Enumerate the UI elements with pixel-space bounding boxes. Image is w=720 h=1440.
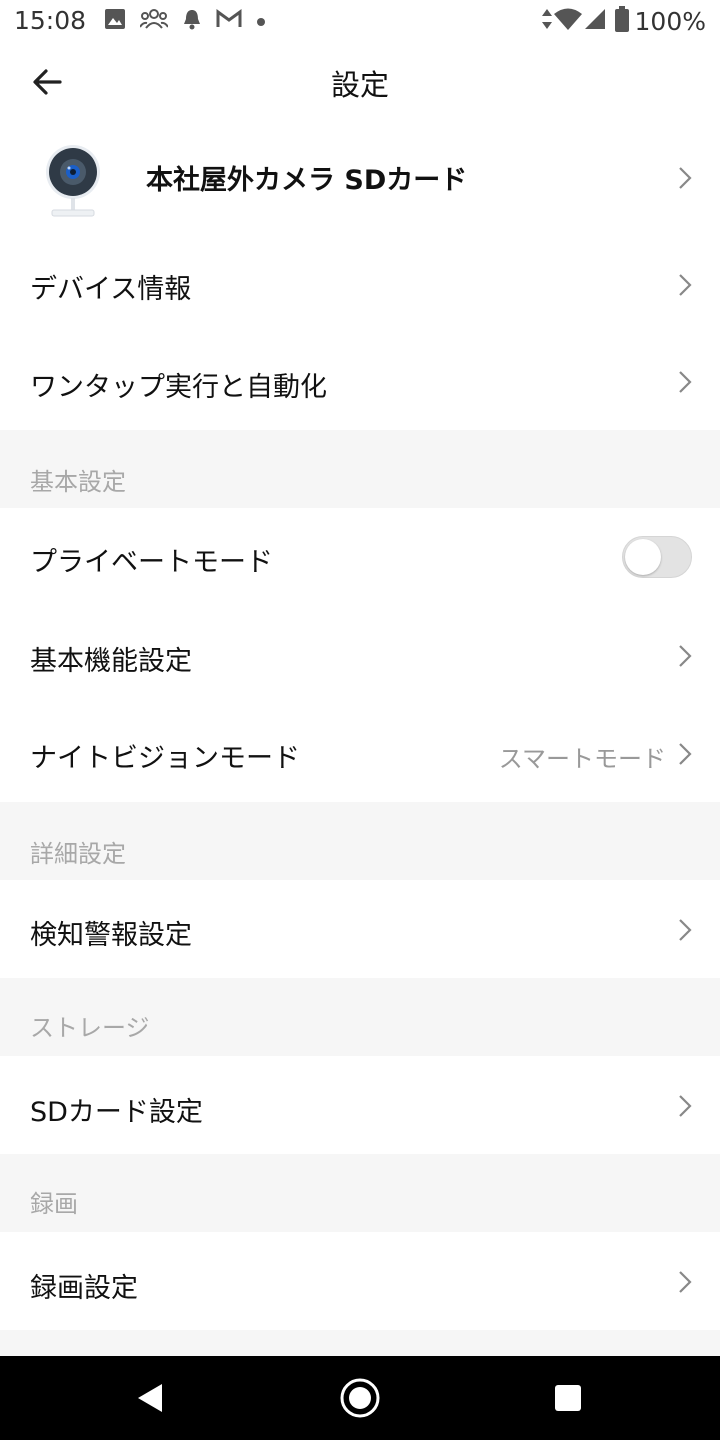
chevron-right-icon xyxy=(679,919,692,941)
device-header-row[interactable]: 本社屋外カメラ SDカード xyxy=(0,124,720,232)
chevron-right-icon xyxy=(679,167,692,189)
row-label: ワンタップ実行と自動化 xyxy=(30,372,327,403)
row-label: 録画設定 xyxy=(30,1273,138,1304)
system-icons: 100% xyxy=(541,6,706,36)
wifi-icon xyxy=(553,7,583,35)
camera-icon xyxy=(46,145,100,217)
chevron-right-icon xyxy=(679,371,692,393)
gmail-icon xyxy=(216,9,242,33)
group-icon xyxy=(139,8,169,34)
recording-settings-row[interactable]: 録画設定 xyxy=(0,1232,720,1330)
night-vision-value: スマートモード xyxy=(498,745,666,773)
nav-back-button[interactable] xyxy=(128,1376,172,1420)
section-header-storage: ストレージ xyxy=(0,978,720,1056)
chevron-right-icon xyxy=(679,645,692,667)
bottom-gray-spacer xyxy=(0,1330,720,1356)
chevron-right-icon xyxy=(679,1271,692,1293)
sd-card-settings-row[interactable]: SDカード設定 xyxy=(0,1056,720,1154)
section-label: 詳細設定 xyxy=(30,840,126,868)
row-label: ナイトビジョンモード xyxy=(30,743,300,774)
chevron-right-icon xyxy=(679,1095,692,1117)
notification-icons xyxy=(104,8,280,34)
app-bar: 設定 xyxy=(0,44,720,120)
nav-home-button[interactable] xyxy=(338,1376,382,1420)
section-label: 録画 xyxy=(30,1190,78,1218)
row-label: 基本機能設定 xyxy=(30,646,192,677)
page-title: 設定 xyxy=(330,68,389,102)
battery-icon xyxy=(614,6,629,36)
image-icon xyxy=(104,8,126,34)
recents-square-icon xyxy=(555,1385,581,1411)
bell-icon xyxy=(182,8,202,34)
dot-icon xyxy=(256,12,266,31)
battery-percent: 100% xyxy=(634,6,706,36)
device-info-row[interactable]: デバイス情報 xyxy=(0,236,720,334)
row-label: デバイス情報 xyxy=(30,274,192,305)
night-vision-mode-row[interactable]: ナイトビジョンモード スマートモード xyxy=(0,704,720,802)
nav-recents-button[interactable] xyxy=(546,1376,590,1420)
automation-row[interactable]: ワンタップ実行と自動化 xyxy=(0,334,720,430)
private-mode-row: プライベートモード xyxy=(0,508,720,606)
chevron-right-icon xyxy=(679,743,692,765)
device-name: 本社屋外カメラ SDカード xyxy=(146,165,468,196)
private-mode-toggle[interactable] xyxy=(622,536,692,578)
data-arrows-icon xyxy=(541,7,553,35)
section-label: 基本設定 xyxy=(30,468,126,496)
toggle-knob xyxy=(625,539,661,575)
home-circle-icon xyxy=(340,1378,380,1418)
chevron-right-icon xyxy=(679,274,692,296)
status-time: 15:08 xyxy=(14,6,87,35)
section-header-advanced: 詳細設定 xyxy=(0,802,720,880)
status-bar: 15:08 100% xyxy=(0,0,720,44)
section-label: ストレージ xyxy=(30,1014,150,1042)
signal-icon xyxy=(583,7,607,35)
system-navigation-bar xyxy=(0,1356,720,1440)
row-label: プライベートモード xyxy=(30,547,273,578)
row-label: SDカード設定 xyxy=(30,1097,203,1128)
section-header-recording: 録画 xyxy=(0,1154,720,1232)
detection-alert-settings-row[interactable]: 検知警報設定 xyxy=(0,880,720,978)
basic-function-settings-row[interactable]: 基本機能設定 xyxy=(0,606,720,704)
back-triangle-icon xyxy=(138,1384,162,1412)
row-label: 検知警報設定 xyxy=(30,920,192,951)
section-header-basic: 基本設定 xyxy=(0,430,720,508)
